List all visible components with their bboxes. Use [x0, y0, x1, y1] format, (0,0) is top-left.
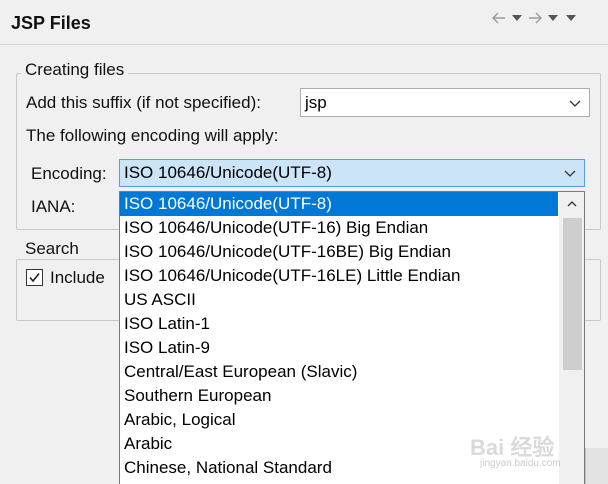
- search-legend: Search: [21, 239, 83, 259]
- dropdown-option[interactable]: ISO 10646/Unicode(UTF-8): [120, 192, 558, 216]
- dropdown-option[interactable]: Chinese, National Standard: [120, 456, 558, 480]
- dropdown-scrollbar[interactable]: [559, 192, 584, 484]
- scroll-thumb[interactable]: [563, 218, 582, 370]
- dropdown-option[interactable]: ISO 10646/Unicode(UTF-16LE) Little Endia…: [120, 264, 558, 288]
- page-title: JSP Files: [11, 13, 91, 33]
- encoding-combo[interactable]: ISO 10646/Unicode(UTF-8): [119, 159, 585, 187]
- dropdown-option[interactable]: ISO 10646/Unicode(UTF-16BE) Big Endian: [120, 240, 558, 264]
- suffix-label: Add this suffix (if not specified):: [26, 93, 261, 112]
- forward-arrow-icon[interactable]: [524, 9, 546, 27]
- encoding-label: Encoding:: [31, 164, 107, 183]
- partial-button[interactable]: [585, 448, 608, 484]
- creating-files-legend: Creating files: [21, 60, 129, 80]
- dropdown-items: ISO 10646/Unicode(UTF-8) ISO 10646/Unicod…: [120, 192, 584, 480]
- chevron-down-icon: [564, 163, 576, 183]
- checkmark-icon: [29, 273, 40, 283]
- iana-label: IANA:: [31, 197, 76, 216]
- forward-menu-icon[interactable]: [546, 9, 560, 27]
- encoding-value: ISO 10646/Unicode(UTF-8): [124, 163, 332, 182]
- suffix-combo[interactable]: jsp: [300, 88, 590, 117]
- include-checkbox[interactable]: [26, 269, 43, 286]
- dropdown-option[interactable]: Arabic, Logical: [120, 408, 558, 432]
- dropdown-option[interactable]: Southern European: [120, 384, 558, 408]
- suffix-value: jsp: [305, 92, 327, 112]
- back-menu-icon[interactable]: [510, 9, 524, 27]
- back-arrow-icon[interactable]: [488, 9, 510, 27]
- dropdown-option[interactable]: Central/East European (Slavic): [120, 360, 558, 384]
- encoding-dropdown-list[interactable]: ISO 10646/Unicode(UTF-8) ISO 10646/Unicod…: [119, 191, 585, 484]
- dropdown-option[interactable]: ISO 10646/Unicode(UTF-16) Big Endian: [120, 216, 558, 240]
- dropdown-option[interactable]: ISO Latin-9: [120, 336, 558, 360]
- dropdown-option[interactable]: ISO Latin-1: [120, 312, 558, 336]
- include-label: Include: [50, 268, 105, 287]
- view-navigation: [488, 9, 582, 27]
- dropdown-option[interactable]: Arabic: [120, 432, 558, 456]
- chevron-down-icon: [569, 93, 581, 113]
- encoding-note: The following encoding will apply:: [26, 126, 279, 145]
- title-separator: [0, 44, 608, 45]
- scroll-up-icon[interactable]: [559, 192, 584, 216]
- view-menu-icon[interactable]: [560, 9, 582, 27]
- dropdown-option[interactable]: US ASCII: [120, 288, 558, 312]
